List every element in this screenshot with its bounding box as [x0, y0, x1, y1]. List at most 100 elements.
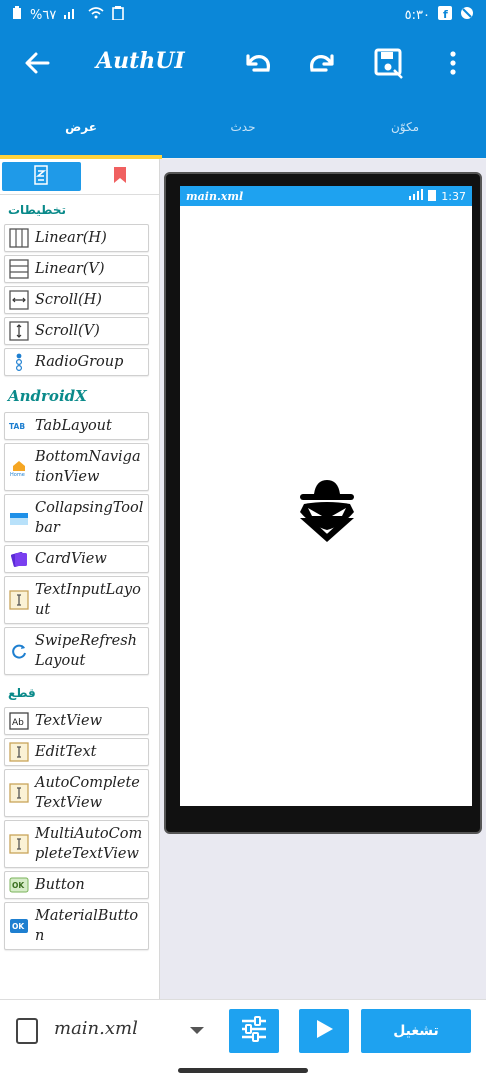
svg-text:OK: OK	[12, 922, 25, 931]
app-title: AuthUI	[96, 48, 185, 74]
palette-item-label: MaterialButton	[35, 908, 139, 944]
palette-item-label: Linear(H)	[35, 230, 107, 246]
palette-item-label: RadioGroup	[35, 354, 124, 370]
scroll-h-icon	[9, 290, 29, 310]
app-bar: AuthUI	[0, 30, 486, 96]
autocomplete-icon	[9, 783, 29, 803]
palette-item-label: TextInputLayout	[35, 582, 141, 618]
layouts-list: Linear(H) Linear(V) Scroll(H) Scroll(V) Radi…	[0, 224, 159, 376]
run-button[interactable]: تشغيل	[361, 1009, 471, 1053]
undo-icon[interactable]	[240, 46, 274, 80]
section-layouts: تخطيطات	[8, 203, 66, 217]
palette-item-label: CardView	[35, 551, 107, 567]
palette-item-materialbutton[interactable]: OK MaterialButton	[4, 902, 149, 950]
palette-item-label: TabLayout	[35, 418, 112, 434]
bookmark-icon	[113, 166, 127, 187]
svg-text:f: f	[443, 8, 448, 20]
preview-time: 1:37	[441, 189, 466, 203]
design-canvas[interactable]: main.xml 1:37	[160, 159, 486, 999]
palette-item-textinputlayout[interactable]: TextInputLayout	[4, 576, 149, 624]
clipboard-icon	[112, 6, 125, 24]
palette-item-label: Linear(V)	[35, 261, 105, 277]
battery-percent: %٦٧	[30, 7, 57, 23]
palette-item-label: EditText	[35, 744, 97, 760]
redo-icon[interactable]	[306, 46, 340, 80]
device-screen[interactable]: main.xml 1:37	[180, 186, 472, 806]
tab-component[interactable]: مكوّن	[324, 96, 486, 158]
textinputlayout-icon	[9, 590, 29, 610]
palette-tab-widgets[interactable]	[2, 162, 81, 191]
widgets-list: Ab TextView EditText AutoCompleteTextView Mu…	[0, 707, 159, 950]
button-icon: OK	[9, 875, 29, 895]
svg-text:OK: OK	[12, 881, 25, 890]
sliders-icon	[240, 1016, 268, 1046]
tab-view[interactable]: عرض	[0, 96, 162, 158]
linear-h-icon	[9, 228, 29, 248]
current-file-name[interactable]: main.xml	[54, 1018, 138, 1039]
palette-item-tablayout[interactable]: TAB TabLayout	[4, 412, 149, 440]
bottom-bar: main.xml تشغيل	[0, 999, 486, 1061]
file-icon	[16, 1018, 38, 1044]
palette-item-label: SwipeRefreshLayout	[35, 633, 138, 669]
save-icon[interactable]	[372, 46, 406, 80]
svg-text:Ab: Ab	[12, 718, 24, 728]
palette-item-label: CollapsingToolbar	[35, 500, 144, 536]
run-button-label: تشغيل	[393, 1023, 439, 1039]
palette-item-edittext[interactable]: EditText	[4, 738, 149, 766]
properties-button[interactable]	[229, 1009, 279, 1053]
palette-item-button[interactable]: OK Button	[4, 871, 149, 899]
palette-item-linear-h-[interactable]: Linear(H)	[4, 224, 149, 252]
palette-item-label: Button	[35, 877, 85, 893]
palette-tabs	[0, 159, 159, 195]
tablayout-icon: TAB	[9, 416, 29, 436]
preview-battery-icon	[428, 189, 437, 204]
system-nav-bar	[0, 1061, 486, 1080]
palette-item-label: Scroll(V)	[35, 323, 100, 339]
palette-item-textview[interactable]: Ab TextView	[4, 707, 149, 735]
palette-item-scroll-v-[interactable]: Scroll(V)	[4, 317, 149, 345]
palette-item-label: AutoCompleteTextView	[35, 775, 140, 811]
time-text: ٥:٣٠	[404, 7, 430, 23]
palette-item-label: MultiAutoCompleteTextView	[35, 826, 143, 862]
materialbutton-icon: OK	[9, 916, 29, 936]
scroll-v-icon	[9, 321, 29, 341]
svg-text:TAB: TAB	[9, 422, 25, 431]
swiperefresh-icon	[9, 641, 29, 661]
palette-item-cardview[interactable]: CardView	[4, 545, 149, 573]
do-not-disturb-icon	[460, 6, 474, 24]
textview-icon: Ab	[9, 711, 29, 731]
back-arrow-icon[interactable]	[22, 48, 54, 78]
file-dropdown-icon[interactable]	[190, 1027, 204, 1034]
palette-item-collapsingtoolbar[interactable]: CollapsingToolbar	[4, 494, 149, 542]
palette-item-scroll-h-[interactable]: Scroll(H)	[4, 286, 149, 314]
svg-text:Home: Home	[10, 472, 25, 477]
palette-item-bottomnavigationview[interactable]: Home BottomNavigationView	[4, 443, 149, 491]
facebook-icon: f	[438, 6, 452, 24]
widget-palette[interactable]: تخطيطات Linear(H) Linear(V) Scroll(H) Scrol…	[0, 159, 160, 999]
battery-icon	[12, 6, 22, 24]
palette-tab-bookmarks[interactable]	[81, 159, 160, 194]
bottom-navigation-icon: Home	[9, 457, 29, 477]
preview-file-name: main.xml	[186, 189, 244, 203]
tab-event[interactable]: حدث	[162, 96, 324, 158]
section-androidx: AndroidX	[8, 387, 87, 405]
palette-item-label: BottomNavigationView	[35, 449, 141, 485]
radiogroup-icon	[9, 352, 29, 372]
wifi-icon	[88, 7, 104, 23]
palette-item-swiperefreshlayout[interactable]: SwipeRefreshLayout	[4, 627, 149, 675]
play-button[interactable]	[299, 1009, 349, 1053]
signal-icon	[64, 7, 80, 23]
androidx-list: TAB TabLayout Home BottomNavigationView Coll…	[0, 412, 159, 675]
device-frame: main.xml 1:37	[164, 172, 482, 834]
system-status-bar: %٦٧ ٥:٣٠ f	[0, 0, 486, 30]
preview-status-bar: main.xml 1:37	[180, 186, 472, 206]
palette-widgets-icon	[33, 164, 49, 189]
palette-item-radiogroup[interactable]: RadioGroup	[4, 348, 149, 376]
more-vert-icon[interactable]	[436, 46, 470, 80]
palette-item-linear-v-[interactable]: Linear(V)	[4, 255, 149, 283]
home-gesture-handle[interactable]	[178, 1068, 308, 1073]
palette-item-multiautocompletetextview[interactable]: MultiAutoCompleteTextView	[4, 820, 149, 868]
palette-item-autocompletetextview[interactable]: AutoCompleteTextView	[4, 769, 149, 817]
linear-v-icon	[9, 259, 29, 279]
section-widgets: قطع	[8, 686, 36, 700]
